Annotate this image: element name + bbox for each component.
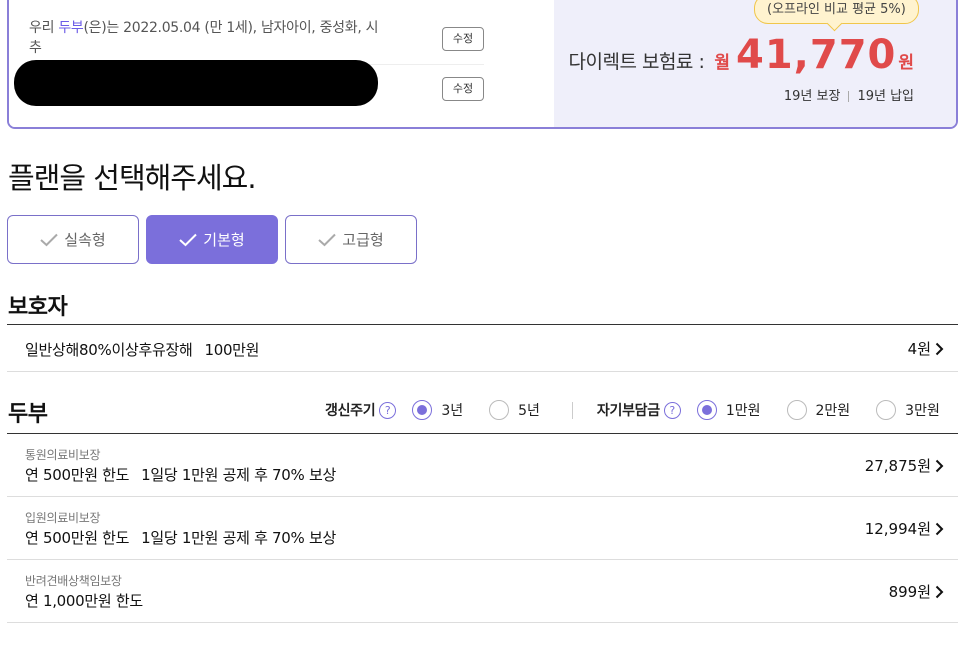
- coverage-price[interactable]: 4원: [908, 338, 944, 359]
- price-text: 27,875원: [864, 457, 931, 475]
- page-title: 플랜을 선택해주세요.: [8, 161, 257, 195]
- coverage-price[interactable]: 27,875원: [865, 455, 944, 476]
- chevron-right-icon: [935, 342, 944, 355]
- coverage-name: 연 500만원 한도 1일당 1만원 공제 후 70% 보상: [25, 464, 336, 485]
- radio-label: 3년: [441, 403, 464, 419]
- edit-guardian-button[interactable]: 수정: [442, 77, 484, 101]
- premium-label: 다이렉트 보험료 :: [568, 51, 705, 73]
- plan-selector: 실속형 기본형 고급형: [7, 215, 417, 264]
- coverage-category: 입원의료비보장: [25, 511, 101, 525]
- coverage-row[interactable]: 입원의료비보장 연 500만원 한도 1일당 1만원 공제 후 70% 보상 12…: [7, 497, 958, 559]
- price-text: 899원: [888, 583, 931, 601]
- plan-label: 실속형: [64, 231, 106, 249]
- payment-term: 19년 납입: [857, 89, 914, 104]
- deductible-label: 자기부담금: [596, 403, 660, 419]
- check-icon: [40, 233, 59, 246]
- check-icon: [318, 233, 337, 246]
- pet-info-panel: 우리 두부(은)는 2022.05.04 (만 1세), 남자아이, 중성화, …: [9, 0, 554, 127]
- coverage-row[interactable]: 일반상해80%이상후유장해 100만원 4원: [7, 325, 958, 371]
- chevron-right-icon: [935, 459, 944, 472]
- pet-prefix: 우리: [29, 20, 59, 36]
- pet-options: 갱신주기 ? 3년 5년 자기부담금 ? 1만원 2만원 3만원: [325, 400, 940, 420]
- coverage-name: 연 1,000만원 한도: [25, 590, 143, 611]
- premium-amount: 41,770: [736, 32, 897, 78]
- coverage-name: 연 500만원 한도 1일당 1만원 공제 후 70% 보상: [25, 527, 336, 548]
- row-divider: [7, 622, 958, 623]
- coverage-detail: 1일당 1만원 공제 후 70% 보상: [141, 466, 336, 484]
- plan-basic-button[interactable]: 실속형: [7, 215, 139, 264]
- coverage-category: 반려견배상책임보장: [25, 574, 122, 588]
- renewal-label: 갱신주기: [325, 403, 376, 419]
- coverage-limit: 연 1,000만원 한도: [25, 592, 143, 610]
- plan-label: 고급형: [342, 231, 384, 249]
- plan-label: 기본형: [203, 231, 245, 249]
- coverage-limit: 연 500만원 한도: [25, 529, 130, 547]
- premium-display: 다이렉트 보험료 : 월 41,770 원: [569, 32, 914, 78]
- radio-label: 5년: [518, 403, 540, 419]
- coverage-detail: 1일당 1만원 공제 후 70% 보상: [141, 529, 336, 547]
- check-icon: [179, 233, 198, 246]
- coverage-price[interactable]: 899원: [889, 581, 944, 602]
- help-icon[interactable]: ?: [663, 401, 681, 419]
- price-text: 12,994원: [864, 520, 931, 538]
- radio-label: 3만원: [905, 403, 940, 419]
- radio-label: 2만원: [815, 403, 851, 419]
- edit-pet-button[interactable]: 수정: [442, 27, 484, 51]
- premium-panel: (오프라인 비교 평균 5%) 다이렉트 보험료 : 월 41,770 원 19…: [554, 0, 956, 127]
- help-icon[interactable]: ?: [379, 401, 397, 419]
- chevron-right-icon: [935, 585, 944, 598]
- deductible-1-radio[interactable]: [696, 400, 717, 420]
- premium-currency: 원: [898, 53, 914, 73]
- radio-label: 1만원: [725, 403, 761, 419]
- option-separator: [571, 401, 573, 419]
- coverage-term: 19년 보장: [783, 89, 841, 104]
- chevron-right-icon: [935, 522, 944, 535]
- pet-name: 두부: [58, 20, 84, 36]
- coverage-category: 통원의료비보장: [25, 448, 101, 462]
- renewal-5y-radio[interactable]: [489, 400, 510, 420]
- coverage-price[interactable]: 12,994원: [865, 518, 944, 539]
- renewal-3y-radio[interactable]: [412, 400, 433, 420]
- term-separator: [848, 91, 850, 102]
- deductible-2-radio[interactable]: [786, 400, 807, 420]
- plan-premium-button[interactable]: 고급형: [285, 215, 417, 264]
- discount-tooltip: (오프라인 비교 평균 5%): [754, 0, 919, 24]
- terms: 19년 보장 19년 납입: [784, 85, 914, 104]
- summary-card: 우리 두부(은)는 2022.05.04 (만 1세), 남자아이, 중성화, …: [7, 0, 958, 129]
- guardian-section-title: 보호자: [8, 295, 68, 320]
- deductible-3-radio[interactable]: [876, 400, 897, 420]
- coverage-title: 일반상해80%이상후유장해: [25, 341, 193, 359]
- coverage-name: 일반상해80%이상후유장해 100만원: [25, 339, 259, 360]
- coverage-amount: 100만원: [204, 341, 260, 359]
- pet-section-title: 두부: [8, 402, 48, 427]
- price-text: 4원: [907, 340, 931, 358]
- coverage-limit: 연 500만원 한도: [25, 466, 130, 484]
- coverage-row[interactable]: 통원의료비보장 연 500만원 한도 1일당 1만원 공제 후 70% 보상 27…: [7, 434, 958, 496]
- row-divider: [7, 371, 958, 372]
- redacted-block: [14, 60, 378, 106]
- premium-unit: 월: [714, 53, 730, 73]
- coverage-row[interactable]: 반려견배상책임보장 연 1,000만원 한도 899원: [7, 560, 958, 622]
- plan-standard-button[interactable]: 기본형: [146, 215, 278, 264]
- pet-info-text: 우리 두부(은)는 2022.05.04 (만 1세), 남자아이, 중성화, …: [29, 18, 379, 58]
